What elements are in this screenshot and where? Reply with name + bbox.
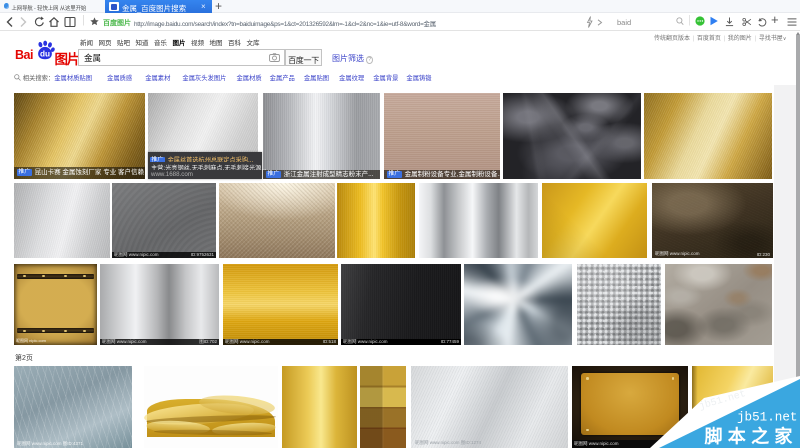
svg-text:du: du [40,50,50,59]
